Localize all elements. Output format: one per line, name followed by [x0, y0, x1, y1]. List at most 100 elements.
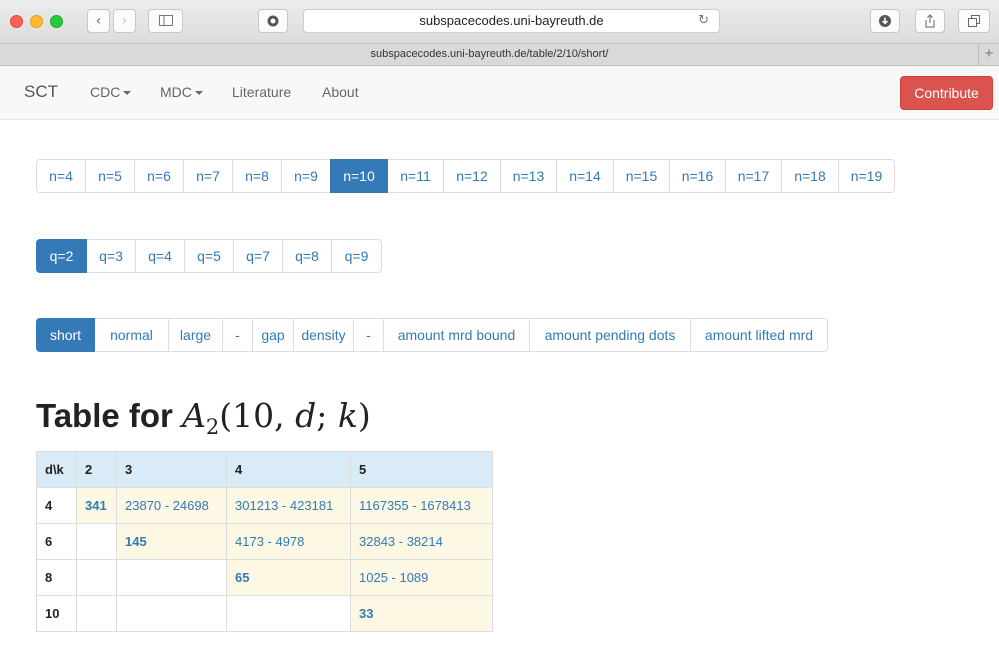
pager-item-normal[interactable]: normal: [94, 318, 169, 352]
row-header: 6: [36, 523, 77, 560]
back-icon[interactable]: ‹: [87, 9, 110, 33]
row-header: 4: [36, 487, 77, 524]
math-args: (10, d; k): [219, 396, 371, 435]
column-header: 3: [116, 451, 227, 488]
pager-item-n-8[interactable]: n=8: [232, 159, 282, 193]
table-header-row: d\k 2 3 4 5: [36, 451, 493, 488]
pager-item-n-15[interactable]: n=15: [613, 159, 670, 193]
table-cell-link[interactable]: 145: [116, 523, 227, 560]
table-cell-empty: [76, 523, 117, 560]
address-text: subspacecodes.uni-bayreuth.de: [419, 13, 604, 28]
column-header: 5: [350, 451, 493, 488]
active-tab-title[interactable]: subspacecodes.uni-bayreuth.de/table/2/10…: [0, 44, 979, 65]
table-row: 10 33: [36, 595, 493, 632]
reload-icon[interactable]: ↻: [698, 10, 709, 32]
window-minimize-button[interactable]: [30, 15, 43, 28]
pager-item-n-17[interactable]: n=17: [725, 159, 782, 193]
column-header: 4: [226, 451, 351, 488]
share-icon[interactable]: [915, 9, 945, 33]
view-pagination: short normal large - gap density - amount mrd b…: [36, 318, 828, 352]
pager-item-large[interactable]: large: [168, 318, 223, 352]
nav-mdc-dropdown[interactable]: MDC: [160, 84, 203, 100]
table-cell-link[interactable]: 4173 - 4978: [226, 523, 351, 560]
column-header: 2: [76, 451, 117, 488]
table-row: 4 341 23870 - 24698 301213 - 423181 1167355 …: [36, 487, 493, 524]
pager-item-q-5[interactable]: q=5: [184, 239, 234, 273]
pager-item-n-14[interactable]: n=14: [556, 159, 614, 193]
pager-item-n-16[interactable]: n=16: [669, 159, 726, 193]
brand-link[interactable]: SCT: [24, 82, 58, 102]
pager-item-q-2[interactable]: q=2: [36, 239, 87, 273]
pager-item-n-4[interactable]: n=4: [36, 159, 86, 193]
pager-item-amount-pending-dots[interactable]: amount pending dots: [529, 318, 691, 352]
page-title-prefix: Table for: [36, 397, 173, 434]
math-subscript: 2: [205, 415, 220, 439]
pager-item-amount-lifted-mrd[interactable]: amount lifted mrd: [690, 318, 828, 352]
pager-item-n-7[interactable]: n=7: [183, 159, 233, 193]
window-close-button[interactable]: [10, 15, 23, 28]
n-pagination: n=4 n=5 n=6 n=7 n=8 n=9 n=10 n=11 n=12 n=13 n=14 n=…: [36, 159, 895, 193]
pager-item-q-9[interactable]: q=9: [331, 239, 382, 273]
q-pagination: q=2 q=3 q=4 q=5 q=7 q=8 q=9: [36, 239, 382, 273]
table-cell-link[interactable]: 23870 - 24698: [116, 487, 227, 524]
pager-item-q-3[interactable]: q=3: [86, 239, 136, 273]
nav-mdc-label: MDC: [160, 84, 192, 100]
table-cell-link[interactable]: 1167355 - 1678413: [350, 487, 493, 524]
new-tab-icon[interactable]: +: [978, 44, 999, 65]
pager-item-n-19[interactable]: n=19: [838, 159, 895, 193]
table-cell-link[interactable]: 341: [76, 487, 117, 524]
pager-item-n-10[interactable]: n=10: [330, 159, 388, 193]
site-navbar: SCT CDC MDC Literature About Contribute: [0, 66, 999, 120]
pager-item-n-11[interactable]: n=11: [387, 159, 444, 193]
table-cell-link[interactable]: 301213 - 423181: [226, 487, 351, 524]
pager-item-n-18[interactable]: n=18: [781, 159, 839, 193]
window-zoom-button[interactable]: [50, 15, 63, 28]
table-cell-link[interactable]: 1025 - 1089: [350, 559, 493, 596]
sidebar-icon[interactable]: [148, 9, 183, 33]
table-cell-empty: [76, 595, 117, 632]
pager-item-n-6[interactable]: n=6: [134, 159, 184, 193]
results-table: d\k 2 3 4 5 4 341 23870 - 24698 301213 - 42…: [36, 451, 493, 632]
pager-item-q-8[interactable]: q=8: [282, 239, 332, 273]
table-row: 8 65 1025 - 1089: [36, 559, 493, 596]
page-title: Table for A2(10, d; k): [36, 396, 371, 439]
download-icon[interactable]: [870, 9, 900, 33]
pager-item-n-13[interactable]: n=13: [500, 159, 557, 193]
table-cell-link[interactable]: 32843 - 38214: [350, 523, 493, 560]
caret-down-icon: [194, 91, 203, 96]
table-cell-link[interactable]: 65: [226, 559, 351, 596]
contribute-button[interactable]: Contribute: [900, 76, 993, 110]
table-cell-empty: [226, 595, 351, 632]
pager-item-n-9[interactable]: n=9: [281, 159, 331, 193]
row-header: 8: [36, 559, 77, 596]
table-cell-empty: [76, 559, 117, 596]
row-header: 10: [36, 595, 77, 632]
forward-icon[interactable]: ›: [113, 9, 136, 33]
pager-item-gap[interactable]: gap: [252, 318, 294, 352]
caret-down-icon: [123, 91, 132, 96]
pager-item-n-5[interactable]: n=5: [85, 159, 135, 193]
tabs-icon[interactable]: [958, 9, 990, 33]
table-cell-link[interactable]: 33: [350, 595, 493, 632]
page-title-math: A2(10, d; k): [182, 396, 371, 439]
tab-strip: subspacecodes.uni-bayreuth.de/table/2/10…: [0, 44, 999, 66]
math-symbol: A: [182, 396, 206, 435]
nav-about[interactable]: About: [322, 84, 359, 100]
pager-item-q-4[interactable]: q=4: [135, 239, 185, 273]
pager-item-q-7[interactable]: q=7: [233, 239, 283, 273]
table-cell-empty: [116, 595, 227, 632]
nav-cdc-label: CDC: [90, 84, 121, 100]
nav-cdc-dropdown[interactable]: CDC: [90, 84, 132, 100]
pager-item-short[interactable]: short: [36, 318, 95, 352]
table-row: 6 145 4173 - 4978 32843 - 38214: [36, 523, 493, 560]
pager-item-separator-6[interactable]: -: [353, 318, 384, 352]
table-cell-empty: [116, 559, 227, 596]
browser-titlebar: ‹ › subspacecodes.uni-bayreuth.de ↻: [0, 0, 999, 44]
pager-item-amount-mrd-bound[interactable]: amount mrd bound: [383, 318, 530, 352]
pager-item-separator-3[interactable]: -: [222, 318, 253, 352]
nav-literature[interactable]: Literature: [232, 84, 291, 100]
privacy-icon[interactable]: [258, 9, 288, 33]
pager-item-n-12[interactable]: n=12: [443, 159, 501, 193]
pager-item-density[interactable]: density: [293, 318, 354, 352]
address-bar[interactable]: subspacecodes.uni-bayreuth.de ↻: [303, 9, 720, 33]
